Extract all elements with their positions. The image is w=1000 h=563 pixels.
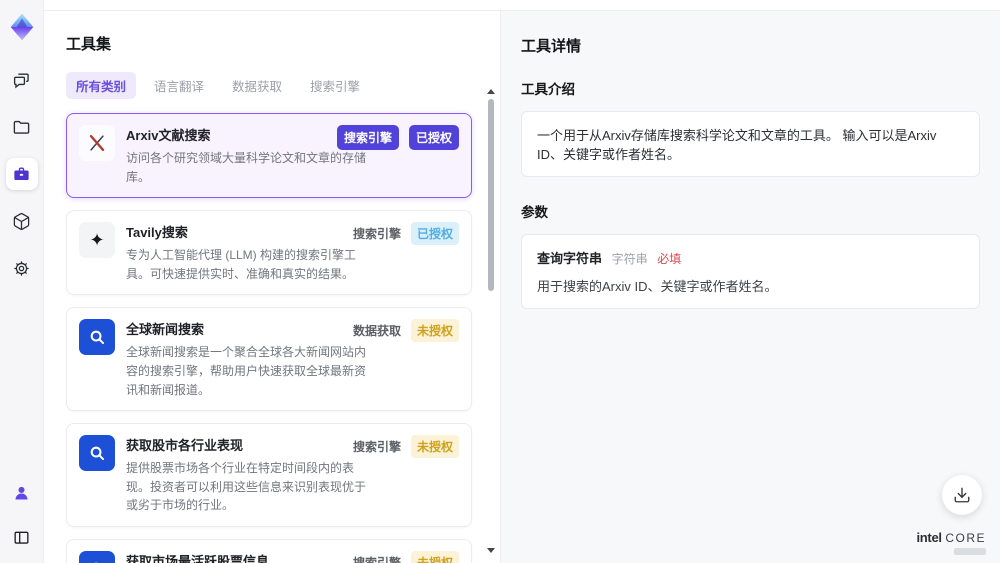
sidebar-item-settings[interactable] bbox=[6, 252, 38, 284]
auth-status-badge: 未授权 bbox=[410, 435, 459, 459]
intel-wordmark: intel bbox=[916, 530, 942, 545]
tool-card-sector-performance[interactable]: 获取股市各行业表现 提供股票市场各个行业在特定时间段内的表现。投资者可以利用这些… bbox=[66, 423, 472, 527]
news-search-icon bbox=[79, 319, 115, 356]
tool-card-arxiv[interactable]: Arxiv文献搜索 访问各个研究领域大量科学论文和文章的存储库。 搜索引擎 已授… bbox=[66, 113, 472, 199]
params-heading: 参数 bbox=[521, 205, 548, 220]
intel-core-logo: intel core bbox=[916, 530, 986, 555]
list-scrollbar[interactable] bbox=[486, 89, 496, 553]
param-box: 查询字符串 字符串 必填 用于搜索的Arxiv ID、关键字或作者姓名。 bbox=[521, 234, 980, 309]
intel-badge-bar bbox=[954, 548, 986, 555]
tools-list-panel: 工具集 所有类别 语言翻译 数据获取 搜索引擎 Arxiv文献搜索 访问各个研究… bbox=[44, 11, 500, 563]
category-tag: 搜索引擎 bbox=[352, 555, 401, 563]
sidebar-item-toolbox[interactable] bbox=[5, 158, 38, 190]
tool-description: 全球新闻搜索是一个聚合全球各大新闻网站内容的搜索引擎，帮助用户快速获取全球最新资… bbox=[126, 345, 367, 397]
scroll-up-arrow-icon[interactable] bbox=[487, 89, 495, 94]
folder-icon bbox=[13, 120, 30, 134]
chat-icon bbox=[13, 72, 29, 88]
intro-box: 一个用于从Arxiv存储库搜索科学论文和文章的工具。 输入可以是Arxiv ID… bbox=[521, 111, 980, 177]
auth-status-badge: 已授权 bbox=[408, 125, 459, 150]
download-icon bbox=[954, 487, 970, 503]
tool-name: 获取市场最活跃股票信息 bbox=[126, 553, 270, 563]
intro-text: 一个用于从Arxiv存储库搜索科学论文和文章的工具。 输入可以是Arxiv ID… bbox=[537, 128, 937, 162]
main-area: 工具集 所有类别 语言翻译 数据获取 搜索引擎 Arxiv文献搜索 访问各个研究… bbox=[44, 0, 1000, 563]
sidebar-item-account[interactable] bbox=[6, 477, 38, 509]
tool-description: 提供股票市场各个行业在特定时间段内的表现。投资者可以利用这些信息来识别表现优于或… bbox=[126, 461, 367, 513]
core-wordmark: core bbox=[945, 531, 986, 545]
intro-heading: 工具介绍 bbox=[521, 82, 575, 97]
category-tabs: 所有类别 语言翻译 数据获取 搜索引擎 bbox=[66, 72, 472, 99]
tool-card-most-active-stocks[interactable]: 获取市场最活跃股票信息 提供当天交易量最高的股票列表。投资者可以利用这些信息来识… bbox=[66, 538, 472, 563]
tool-name: Tavily搜索 bbox=[126, 225, 188, 241]
sidebar-nav bbox=[5, 64, 38, 284]
tool-description: 专为人工智能代理 (LLM) 构建的搜索引擎工具。可快速提供实时、准确和真实的结… bbox=[126, 248, 357, 281]
tab-language-translation[interactable]: 语言翻译 bbox=[144, 72, 214, 99]
toolbox-icon bbox=[14, 166, 29, 180]
stock-search-icon bbox=[79, 435, 115, 472]
sidebar bbox=[0, 0, 44, 563]
category-tag: 搜索引擎 bbox=[352, 227, 401, 242]
sidebar-item-chat[interactable] bbox=[6, 64, 38, 96]
app-window: 工具集 所有类别 语言翻译 数据获取 搜索引擎 Arxiv文献搜索 访问各个研究… bbox=[0, 0, 1000, 563]
param-type: 字符串 bbox=[611, 252, 648, 266]
param-name: 查询字符串 bbox=[537, 251, 603, 266]
stock-search-icon bbox=[79, 550, 115, 563]
page-title: 工具集 bbox=[66, 36, 112, 53]
tavily-logo-icon: ✦ bbox=[79, 222, 115, 259]
arxiv-logo-icon bbox=[79, 125, 115, 161]
sidebar-collapse-button[interactable] bbox=[6, 521, 38, 553]
download-button[interactable] bbox=[942, 475, 982, 515]
collapse-sidebar-icon bbox=[14, 531, 29, 544]
sidebar-bottom bbox=[6, 477, 38, 553]
auth-status-badge: 未授权 bbox=[410, 319, 459, 343]
tool-card-tavily[interactable]: ✦ Tavily搜索 专为人工智能代理 (LLM) 构建的搜索引擎工具。可快速提… bbox=[66, 210, 472, 296]
category-tag: 搜索引擎 bbox=[352, 440, 401, 455]
category-tag[interactable]: 搜索引擎 bbox=[336, 125, 399, 150]
user-avatar-icon bbox=[15, 486, 28, 499]
top-strip bbox=[44, 0, 1000, 10]
tool-card-global-news[interactable]: 全球新闻搜索 全球新闻搜索是一个聚合全球各大新闻网站内容的搜索引擎，帮助用户快速… bbox=[66, 307, 472, 412]
package-icon bbox=[13, 212, 30, 230]
tool-card-list: Arxiv文献搜索 访问各个研究领域大量科学论文和文章的存储库。 搜索引擎 已授… bbox=[66, 113, 472, 563]
app-logo-icon bbox=[10, 13, 33, 41]
scrollbar-thumb[interactable] bbox=[488, 99, 494, 291]
tab-data-acquisition[interactable]: 数据获取 bbox=[222, 72, 292, 99]
param-required-flag: 必填 bbox=[657, 252, 682, 266]
param-header: 查询字符串 字符串 必填 bbox=[537, 248, 964, 267]
tool-detail-panel: 工具详情 工具介绍 一个用于从Arxiv存储库搜索科学论文和文章的工具。 输入可… bbox=[500, 11, 1000, 563]
scroll-down-arrow-icon[interactable] bbox=[487, 548, 495, 553]
tab-all-categories[interactable]: 所有类别 bbox=[66, 72, 137, 99]
tool-description: 访问各个研究领域大量科学论文和文章的存储库。 bbox=[126, 151, 367, 184]
detail-title: 工具详情 bbox=[521, 38, 582, 55]
auth-status-badge: 已授权 bbox=[410, 222, 459, 246]
auth-status-badge: 未授权 bbox=[410, 550, 459, 563]
tab-search-engine[interactable]: 搜索引擎 bbox=[300, 72, 370, 99]
tool-name: 获取股市各行业表现 bbox=[126, 438, 244, 454]
gear-icon bbox=[14, 260, 29, 276]
sidebar-item-packages[interactable] bbox=[6, 205, 38, 237]
sidebar-item-files[interactable] bbox=[6, 111, 38, 143]
tool-name: 全球新闻搜索 bbox=[126, 322, 205, 338]
category-tag: 数据获取 bbox=[352, 324, 401, 339]
param-description: 用于搜索的Arxiv ID、关键字或作者姓名。 bbox=[537, 279, 778, 294]
